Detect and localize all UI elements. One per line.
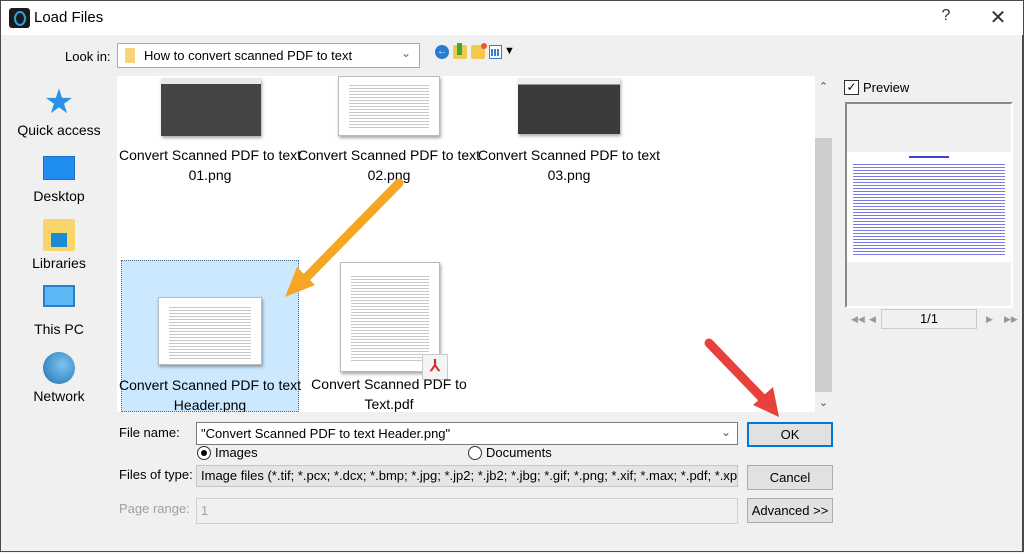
last-page-icon[interactable]: ▶▶	[1004, 314, 1018, 325]
files-of-type-label: Files of type:	[119, 467, 193, 482]
page-range-label: Page range:	[119, 501, 190, 516]
file-item[interactable]: ⅄ Convert Scanned PDF to Text.pdf	[300, 260, 478, 412]
file-thumbnail	[518, 78, 620, 134]
places-bar: ★ Quick access Desktop Libraries This PC…	[7, 76, 111, 411]
ok-button[interactable]: OK	[747, 422, 833, 447]
preview-text-lines	[853, 162, 1005, 256]
view-menu-icon[interactable]	[489, 45, 502, 59]
chevron-down-icon: ⌄	[400, 46, 411, 60]
place-label: Libraries	[32, 255, 86, 271]
up-folder-icon[interactable]	[453, 43, 467, 59]
file-item-selected[interactable]: Convert Scanned PDF to text Header.png	[119, 260, 301, 412]
app-icon	[9, 8, 30, 28]
network-icon	[43, 352, 75, 384]
file-name-line2: 01.png	[188, 167, 232, 183]
file-name-line1: Convert Scanned PDF to	[311, 376, 467, 392]
images-radio[interactable]	[197, 446, 211, 460]
files-of-type-select[interactable]: Image files (*.tif; *.pcx; *.dcx; *.bmp;…	[196, 465, 738, 487]
file-thumbnail	[338, 76, 440, 136]
file-name-line1: Convert Scanned PDF to text	[118, 377, 302, 393]
advanced-button[interactable]: Advanced >>	[747, 498, 833, 523]
images-radio-label[interactable]: Images	[215, 445, 258, 460]
preview-page	[847, 152, 1011, 262]
file-item[interactable]: Convert Scanned PDF to text 03.png	[478, 76, 660, 196]
file-name-line1: Convert Scanned PDF to text	[118, 147, 302, 163]
place-this-pc[interactable]: This PC	[7, 279, 111, 345]
desktop-icon	[43, 156, 75, 180]
file-name-line1: Convert Scanned PDF to text	[297, 147, 481, 163]
place-desktop[interactable]: Desktop	[7, 146, 111, 212]
libraries-icon	[43, 219, 75, 251]
look-in-label: Look in:	[65, 49, 111, 64]
file-name-input[interactable]: "Convert Scanned PDF to text Header.png"	[196, 422, 738, 445]
close-button[interactable]: ✕	[981, 5, 1015, 31]
place-label: Quick access	[17, 122, 101, 138]
place-libraries[interactable]: Libraries	[7, 213, 111, 279]
preview-label: Preview	[863, 80, 910, 95]
page-indicator[interactable]: 1/1	[881, 309, 977, 329]
scroll-thumb[interactable]	[815, 138, 832, 392]
preview-checkbox[interactable]: ✓	[844, 80, 859, 95]
file-item[interactable]: Convert Scanned PDF to text 02.png	[298, 76, 480, 196]
look-in-value: How to convert scanned PDF to text	[144, 48, 353, 63]
help-button[interactable]: ?	[931, 7, 961, 29]
place-label: This PC	[34, 321, 84, 337]
look-in-dropdown[interactable]: How to convert scanned PDF to text ⌄	[117, 43, 420, 68]
chevron-down-icon[interactable]: ⌄	[721, 467, 731, 481]
this-pc-icon	[43, 285, 75, 307]
prev-page-icon[interactable]: ◀	[869, 314, 876, 325]
file-thumbnail	[158, 297, 262, 365]
file-name-line2: Text.pdf	[364, 396, 414, 412]
quick-access-icon: ★	[43, 83, 75, 121]
scroll-up-icon[interactable]: ⌃	[815, 80, 832, 93]
file-list[interactable]: Convert Scanned PDF to text 01.png Conve…	[117, 76, 815, 412]
file-thumbnail	[161, 78, 261, 136]
vertical-scrollbar[interactable]: ⌃ ⌄	[815, 76, 832, 412]
file-name-line1: Convert Scanned PDF to text	[477, 147, 661, 163]
preview-heading	[909, 156, 949, 158]
chevron-down-icon[interactable]: ⌄	[721, 425, 731, 439]
documents-radio[interactable]	[468, 446, 482, 460]
cancel-button[interactable]: Cancel	[747, 465, 833, 490]
file-name-line2: 02.png	[367, 167, 411, 183]
file-name-line2: 03.png	[547, 167, 591, 183]
preview-pane	[845, 102, 1013, 308]
page-range-input: 1	[196, 498, 738, 524]
file-name-line2: Header.png	[173, 397, 247, 412]
place-label: Desktop	[33, 188, 85, 204]
next-page-icon[interactable]: ▶	[986, 314, 993, 325]
folder-icon	[125, 48, 135, 63]
first-page-icon[interactable]: ◀◀	[851, 314, 865, 325]
back-icon[interactable]: ←	[435, 45, 449, 59]
title-bar: Load Files ? ✕	[1, 1, 1023, 35]
scroll-down-icon[interactable]: ⌄	[815, 396, 832, 409]
place-quick-access[interactable]: ★ Quick access	[7, 80, 111, 146]
place-network[interactable]: Network	[7, 346, 111, 412]
window-title: Load Files	[34, 9, 104, 26]
documents-radio-label[interactable]: Documents	[486, 445, 552, 460]
file-item[interactable]: Convert Scanned PDF to text 01.png	[119, 76, 301, 196]
new-folder-icon[interactable]	[471, 43, 487, 59]
place-label: Network	[33, 388, 85, 404]
file-name-label: File name:	[119, 425, 180, 440]
view-dropdown-arrow-icon[interactable]: ▼	[504, 45, 515, 57]
load-files-dialog: Load Files ? ✕ Look in: How to convert s…	[0, 0, 1024, 552]
